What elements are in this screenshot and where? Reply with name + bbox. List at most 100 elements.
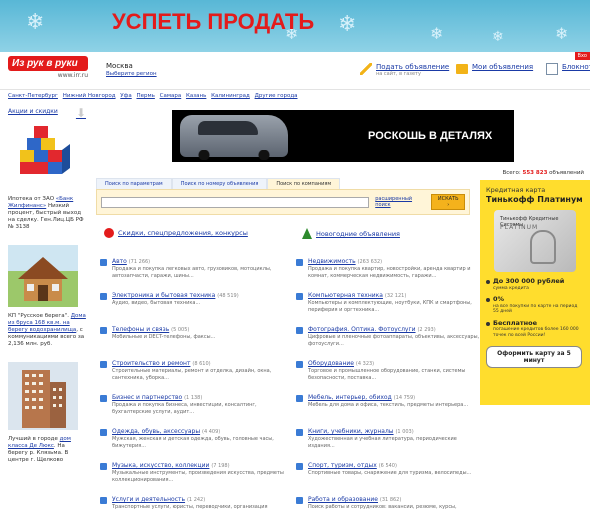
sofa-icon	[296, 395, 303, 402]
search-box: расширенный поиск ИСКАТЬ ›	[96, 189, 470, 215]
promo-image-building-blocks[interactable]	[8, 124, 78, 190]
category-item[interactable]: Фотография. Оптика. Фотоуслуги (2 293) Ци…	[296, 326, 480, 356]
site-logo[interactable]: Из рук в руки www.irr.ru	[8, 56, 88, 84]
search-button[interactable]: ИСКАТЬ ›	[431, 194, 465, 210]
login-tab[interactable]: Вхо	[574, 52, 590, 60]
category-count: (4 409)	[202, 429, 221, 435]
city-link[interactable]: Санкт-Петербург	[8, 93, 58, 99]
category-item[interactable]: Строительство и ремонт (8 610) Строительн…	[100, 360, 296, 390]
ad-line1: Кредитная карта	[486, 186, 546, 194]
promo-text: КП "Русское берега". Дома из бруса 168 к…	[8, 313, 86, 348]
promo-sidebar-title[interactable]: Акции и скидки	[8, 108, 58, 118]
tab-search-params[interactable]: Поиск по параметрам	[96, 178, 172, 189]
category-name[interactable]: Бизнес и партнерство	[112, 394, 182, 401]
category-name[interactable]: Авто	[112, 258, 127, 265]
region-change-link[interactable]: Выберите регион	[106, 71, 157, 77]
category-count: (1 003)	[395, 429, 414, 435]
notepad-link[interactable]: Блокнот	[546, 63, 590, 75]
city-link[interactable]: Пермь	[136, 93, 154, 99]
snowflake-icon: ❄	[430, 24, 444, 43]
promo-image-wooden-house[interactable]	[8, 245, 78, 307]
tab-search-number[interactable]: Поиск по номеру объявления	[171, 178, 268, 189]
briefcase-icon	[100, 395, 107, 402]
credit-card-ad[interactable]: Кредитная карта Тинькофф Платинум Тинько…	[480, 180, 590, 405]
notepad-label[interactable]: Блокнот	[562, 63, 590, 71]
tab-search-company[interactable]: Поиск по компаниям	[267, 178, 341, 189]
my-ads-label[interactable]: Мои объявления	[472, 63, 533, 71]
search-panel: Поиск по параметрам Поиск по номеру объя…	[96, 178, 470, 220]
city-links: Санкт-Петербург Нижний Новгород Уфа Перм…	[8, 93, 301, 99]
book-icon	[296, 429, 303, 436]
category-name[interactable]: Недвижимость	[308, 258, 356, 265]
category-name[interactable]: Фотография. Оптика. Фотоуслуги	[308, 326, 416, 333]
category-name[interactable]: Работа и образование	[308, 496, 378, 503]
category-item[interactable]: Авто (71 266) Продажа и покупка легковых …	[100, 258, 296, 288]
specials-link[interactable]: Скидки, спецпредложения, конкурсы	[104, 228, 248, 238]
category-item[interactable]: Телефоны и связь (5 005) Мобильные и DECT…	[100, 326, 296, 356]
city-link[interactable]: Другие города	[255, 93, 298, 99]
feature-desc: сумма кредита	[493, 285, 529, 291]
region-selector: Москва Выберите регион	[106, 62, 157, 77]
category-name[interactable]: Электроника и бытовая техника	[112, 292, 215, 299]
total-label: Всего:	[502, 170, 521, 176]
category-item[interactable]: Услуги и деятельность (1 242) Транспортны…	[100, 496, 296, 526]
category-item[interactable]: Спорт, туризм, отдых (6 540) Спортивные т…	[296, 462, 480, 492]
category-desc: Компьютеры и комплектующие, ноутбуки, КП…	[308, 300, 472, 313]
category-count: (71 266)	[128, 259, 151, 265]
category-item[interactable]: Мебель, интерьер, обиход (14 759) Мебель …	[296, 394, 480, 424]
category-name[interactable]: Спорт, туризм, отдых	[308, 462, 377, 469]
newyear-label[interactable]: Новогодние объявления	[316, 230, 400, 238]
arrow-down-icon[interactable]: ⬇	[76, 107, 86, 119]
category-name[interactable]: Книги, учебники, журналы	[308, 428, 394, 435]
city-link[interactable]: Калининград	[211, 93, 250, 99]
car-ad-banner[interactable]: РОСКОШЬ В ДЕТАЛЯХ	[172, 110, 514, 162]
newyear-link[interactable]: Новогодние объявления	[302, 228, 400, 239]
city-link[interactable]: Нижний Новгород	[63, 93, 116, 99]
category-item[interactable]: Работа и образование (31 862) Поиск работ…	[296, 496, 480, 526]
category-item[interactable]: Бизнес и партнерство (1 138) Продажа и по…	[100, 394, 296, 424]
feature-title: До 300 000 рублей	[493, 277, 565, 285]
specials-label[interactable]: Скидки, спецпредложения, конкурсы	[118, 229, 248, 237]
category-item[interactable]: Музыка, искусство, коллекции (7 198) Музы…	[100, 462, 296, 492]
ad-slogan: РОСКОШЬ В ДЕТАЛЯХ	[368, 130, 493, 142]
advanced-search-link[interactable]: расширенный поиск	[375, 196, 427, 208]
category-count: (5 005)	[171, 327, 190, 333]
category-item[interactable]: Одежда, обувь, аксессуары (4 409) Мужская…	[100, 428, 296, 458]
category-item[interactable]: Книги, учебники, журналы (1 003) Художест…	[296, 428, 480, 458]
hammer-icon	[100, 361, 107, 368]
gift-icon	[104, 228, 114, 238]
job-icon	[296, 497, 303, 504]
my-ads-link[interactable]: Мои объявления	[456, 63, 533, 74]
category-name[interactable]: Музыка, искусство, коллекции	[112, 462, 209, 469]
category-name[interactable]: Телефоны и связь	[112, 326, 169, 333]
credit-card-image: Тинькофф Кредитные Системы PLATINUM	[494, 210, 576, 272]
city-link[interactable]: Уфа	[120, 93, 131, 99]
music-icon	[100, 463, 107, 470]
category-name[interactable]: Строительство и ремонт	[112, 360, 190, 367]
city-link[interactable]: Самара	[160, 93, 182, 99]
category-name[interactable]: Мебель, интерьер, обиход	[308, 394, 392, 401]
promo-banner[interactable]: ❄ ❄ ❄ ❄ ❄ ❄ УСПЕТЬ ПРОДАТЬ	[0, 0, 590, 52]
category-item[interactable]: Оборудование (4 323) Торговое и промышлен…	[296, 360, 480, 390]
category-name[interactable]: Услуги и деятельность	[112, 496, 185, 503]
category-name[interactable]: Компьютерная техника	[308, 292, 383, 299]
post-ad-link[interactable]: Подать объявление на сайт, в газету	[360, 63, 449, 77]
site-header: Из рук в руки www.irr.ru Москва Выберите…	[0, 52, 590, 90]
search-input[interactable]	[101, 196, 370, 208]
category-name[interactable]: Одежда, обувь, аксессуары	[112, 428, 200, 435]
category-item[interactable]: Компьютерная техника (32 121) Компьютеры …	[296, 292, 480, 322]
apply-card-button[interactable]: Оформить карту за 5 минут	[486, 346, 582, 368]
equipment-icon	[296, 361, 303, 368]
category-name[interactable]: Оборудование	[308, 360, 354, 367]
category-count: (31 862)	[379, 497, 402, 503]
category-desc: Поиск работы и сотрудников: вакансии, ре…	[308, 504, 457, 510]
post-ad-label[interactable]: Подать объявление	[376, 63, 449, 71]
category-item[interactable]: Электроника и бытовая техника (48 519) Ау…	[100, 292, 296, 322]
total-ads-count: Всего: 553 823 объявлений	[502, 170, 584, 176]
category-item[interactable]: Недвижимость (263 632) Продажа и покупка …	[296, 258, 480, 288]
total-count: 553 823	[522, 170, 548, 176]
promo-text: Ипотека от ЗАО «Банк Жилфинанс» Низкий п…	[8, 196, 86, 231]
city-link[interactable]: Казань	[186, 93, 206, 99]
promo-image-apartment-tower[interactable]	[8, 362, 78, 430]
bullet-icon	[486, 298, 490, 302]
